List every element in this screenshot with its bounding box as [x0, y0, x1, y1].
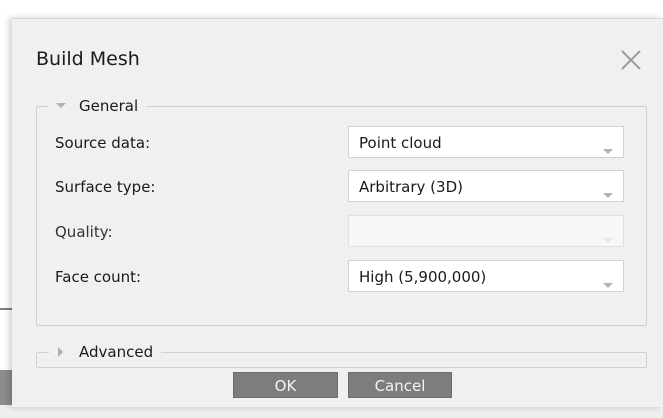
surface-type-value: Arbitrary (3D) [359, 178, 463, 196]
advanced-group-label: Advanced [79, 343, 154, 361]
general-group-label: General [79, 97, 139, 115]
collapse-triangle-icon [55, 100, 67, 112]
chevron-down-icon [603, 184, 613, 203]
face-count-row: Face count: High (5,900,000) [55, 260, 641, 294]
source-data-value: Point cloud [359, 134, 442, 152]
quality-label: Quality: [55, 223, 113, 241]
cancel-button[interactable]: Cancel [348, 372, 452, 398]
close-icon[interactable] [616, 45, 646, 75]
source-data-row: Source data: Point cloud [55, 126, 641, 160]
face-count-select[interactable]: High (5,900,000) [348, 260, 624, 292]
quality-select [348, 215, 624, 247]
surface-type-row: Surface type: Arbitrary (3D) [55, 170, 641, 204]
background-app-top [0, 0, 663, 18]
source-data-label: Source data: [55, 134, 151, 152]
background-app-line [0, 308, 12, 310]
chevron-down-icon [603, 274, 613, 293]
general-group-header[interactable]: General [49, 96, 147, 116]
face-count-value: High (5,900,000) [359, 268, 487, 286]
source-data-select[interactable]: Point cloud [348, 126, 624, 158]
face-count-label: Face count: [55, 268, 142, 286]
surface-type-select[interactable]: Arbitrary (3D) [348, 170, 624, 202]
advanced-group-header[interactable]: Advanced [49, 342, 162, 362]
chevron-down-icon [603, 229, 613, 248]
advanced-group: Advanced [36, 342, 647, 368]
quality-row: Quality: [55, 215, 641, 249]
dialog-title: Build Mesh [36, 48, 140, 70]
surface-type-label: Surface type: [55, 178, 156, 196]
ok-button[interactable]: OK [233, 372, 338, 398]
chevron-down-icon [603, 140, 613, 159]
expand-triangle-icon [55, 346, 67, 358]
general-group: General Source data: Point cloud Surface… [36, 96, 647, 326]
build-mesh-dialog: Build Mesh General Source data: Point cl… [12, 18, 663, 407]
